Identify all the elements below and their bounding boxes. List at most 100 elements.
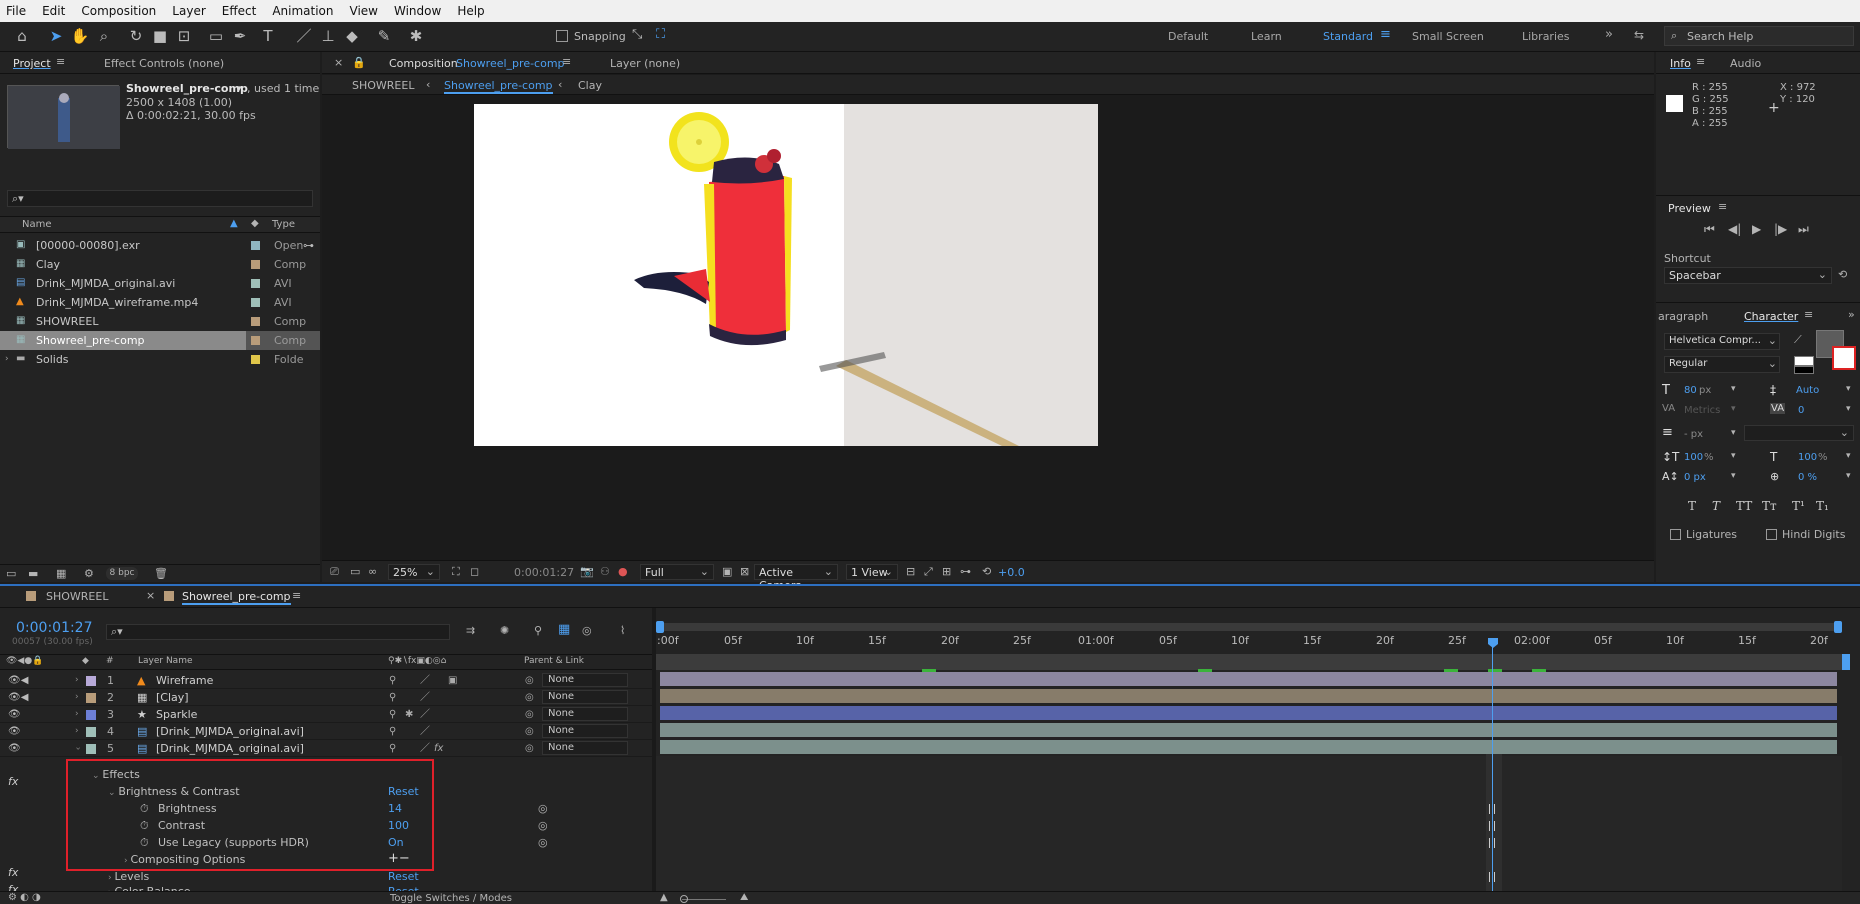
stroke-width-value[interactable]: - px <box>1684 429 1703 440</box>
leading-value[interactable]: Auto <box>1796 385 1819 396</box>
sync-settings-icon[interactable]: ⇆ <box>1634 28 1644 42</box>
label-swatch[interactable] <box>251 298 260 307</box>
workspace-menu-icon[interactable]: ≡ <box>1380 27 1391 42</box>
superscript-button[interactable]: T¹ <box>1792 499 1805 513</box>
zoom-tool-icon[interactable]: ⌕ <box>94 26 114 46</box>
graph-editor-icon[interactable]: ⌇ <box>620 624 625 637</box>
parent-dropdown[interactable]: None <box>542 690 628 704</box>
chevron-down-icon[interactable]: ▾ <box>1846 451 1851 461</box>
layer-label-swatch[interactable] <box>86 710 96 720</box>
close-tab-icon[interactable]: × <box>146 589 155 602</box>
no-fill-swatch[interactable] <box>1794 356 1814 366</box>
project-panel-menu-icon[interactable]: ≡ <box>56 55 65 68</box>
horizontal-scale-value[interactable]: 100 <box>1798 452 1817 463</box>
next-frame-icon[interactable]: |▶ <box>1774 222 1787 236</box>
flowchart-icon[interactable]: ⊶ <box>960 565 971 578</box>
quality-switch-icon[interactable]: ／ <box>420 740 430 757</box>
layer-name[interactable]: [Clay] <box>156 689 189 706</box>
always-preview-icon[interactable]: ⎚ <box>330 565 339 579</box>
kerning-value[interactable]: Metrics <box>1684 405 1720 416</box>
zoom-out-icon[interactable]: ▲ <box>660 892 668 903</box>
tab-showreel-pre-comp[interactable]: Showreel_pre-comp <box>182 590 291 605</box>
parent-dropdown[interactable]: None <box>542 707 628 721</box>
project-item[interactable]: ▦ Clay Comp <box>0 255 320 274</box>
draft-3d-icon[interactable]: ⤢ <box>924 565 933 579</box>
snap-feature-icon[interactable]: ⛶ <box>656 27 665 42</box>
fx-switch-icon[interactable]: fx <box>434 740 443 757</box>
project-item[interactable]: ▲ Drink_MJMDA_wireframe.mp4 AVI <box>0 293 320 312</box>
composition-viewer[interactable] <box>474 104 1098 446</box>
breadcrumb-showreel-pre-comp[interactable]: Showreel_pre-comp <box>444 79 553 94</box>
chevron-down-icon[interactable]: ▾ <box>1846 384 1851 394</box>
first-frame-icon[interactable]: ⏮ <box>1704 222 1715 237</box>
label-swatch[interactable] <box>251 336 260 345</box>
quality-switch-icon[interactable]: ／ <box>420 672 430 689</box>
chevron-down-icon[interactable]: ▾ <box>1731 384 1736 394</box>
marker[interactable] <box>1488 669 1502 672</box>
layer-bar-drink-5[interactable] <box>660 740 1837 754</box>
layer-label-swatch[interactable] <box>86 727 96 737</box>
zoom-dropdown[interactable]: 25% ⌄ <box>388 564 440 580</box>
menu-layer[interactable]: Layer <box>172 4 205 18</box>
hand-tool-icon[interactable]: ✋ <box>70 26 90 46</box>
layer-bar-sparkle[interactable] <box>660 706 1837 720</box>
menu-effect[interactable]: Effect <box>222 4 257 18</box>
layer-bar-clay[interactable] <box>660 689 1837 703</box>
marker[interactable] <box>1532 669 1546 672</box>
expand-arrow-icon[interactable]: › <box>75 706 79 723</box>
work-area-scrollbar[interactable] <box>656 621 1842 633</box>
play-icon[interactable]: ▶ <box>1752 222 1761 236</box>
workspace-small-screen[interactable]: Small Screen <box>1412 30 1484 43</box>
layer-name[interactable]: [Drink_MJMDA_original.avi] <box>156 723 304 740</box>
transparency-grid-icon[interactable]: ⊠ <box>740 565 749 578</box>
timeline-layer-row[interactable]: 👁◀ › 2 ▦ [Clay] ⚲ ／ ◎ None <box>0 689 652 706</box>
tracking-value[interactable]: 0 <box>1798 405 1804 416</box>
project-settings-icon[interactable]: ⚙ <box>84 567 94 580</box>
eyedropper-icon[interactable]: ⟋ <box>1794 333 1802 347</box>
draft-3d-icon[interactable]: ✺ <box>500 624 509 637</box>
rectangle-tool-icon[interactable]: ▭ <box>206 26 226 46</box>
eraser-tool-icon[interactable]: ◆ <box>342 26 362 46</box>
tab-paragraph[interactable]: aragraph <box>1658 310 1708 323</box>
pen-tool-icon[interactable]: ✒ <box>230 26 250 46</box>
timeline-layer-row[interactable]: 👁 › 5 ▤ [Drink_MJMDA_original.avi] ⚲ ／ f… <box>0 740 652 757</box>
flowchart-icon[interactable]: ⊶ <box>303 236 314 255</box>
composition-panel-menu-icon[interactable]: ≡ <box>562 55 571 68</box>
baseline-shift-value[interactable]: 0 px <box>1684 472 1706 483</box>
zoom-in-icon[interactable]: ⛰ <box>740 892 748 903</box>
workspace-standard[interactable]: Standard <box>1323 30 1373 43</box>
last-frame-icon[interactable]: ⏭ <box>1798 222 1809 237</box>
label-swatch[interactable] <box>251 317 260 326</box>
small-caps-button[interactable]: Tт <box>1762 499 1777 513</box>
channels-icon[interactable]: ● <box>618 565 628 578</box>
search-help-field[interactable]: ⌕ Search Help <box>1664 26 1854 46</box>
marker[interactable] <box>1444 669 1458 672</box>
rotate-tool-icon[interactable]: ↻ <box>126 26 146 46</box>
shy-switch-icon[interactable]: ⚲ <box>389 740 396 757</box>
column-type[interactable]: Type <box>272 219 295 230</box>
camera-dropdown[interactable]: Active Camera ⌄ <box>754 564 838 592</box>
visibility-eye-icon[interactable]: 👁◀ <box>8 689 28 706</box>
layer-name[interactable]: Sparkle <box>156 706 197 723</box>
pickwhip-icon[interactable]: ◎ <box>525 706 534 723</box>
label-swatch[interactable] <box>251 355 260 364</box>
frame-blending-icon[interactable]: ▦ <box>558 622 570 637</box>
resolution-dropdown[interactable]: Full ⌄ <box>640 564 714 580</box>
marker[interactable] <box>922 669 936 672</box>
info-panel-menu-icon[interactable]: ≡ <box>1696 55 1705 68</box>
font-family-dropdown[interactable]: Helvetica Compr... ⌄ <box>1664 333 1780 350</box>
snapping-checkbox[interactable] <box>556 30 568 42</box>
monitor-icon[interactable]: ▭ <box>350 565 360 578</box>
parent-dropdown[interactable]: None <box>542 673 628 687</box>
pan-behind-tool-icon[interactable]: ⊡ <box>174 26 194 46</box>
hindi-digits-checkbox[interactable] <box>1766 529 1777 540</box>
sort-ascending-icon[interactable]: ▲ <box>230 218 238 229</box>
show-snapshot-icon[interactable]: ⚇ <box>600 565 610 578</box>
breadcrumb-showreel[interactable]: SHOWREEL <box>352 79 414 92</box>
project-item[interactable]: ▦ SHOWREEL Comp <box>0 312 320 331</box>
3d-ground-plane-icon[interactable]: ⊞ <box>942 565 951 578</box>
composition-tab-label[interactable]: Composition <box>389 57 458 70</box>
hide-shy-layers-icon[interactable]: ⚲ <box>534 624 542 637</box>
chevron-down-icon[interactable]: ▾ <box>1846 471 1851 481</box>
reset-shortcut-icon[interactable]: ⟲ <box>1838 268 1847 281</box>
